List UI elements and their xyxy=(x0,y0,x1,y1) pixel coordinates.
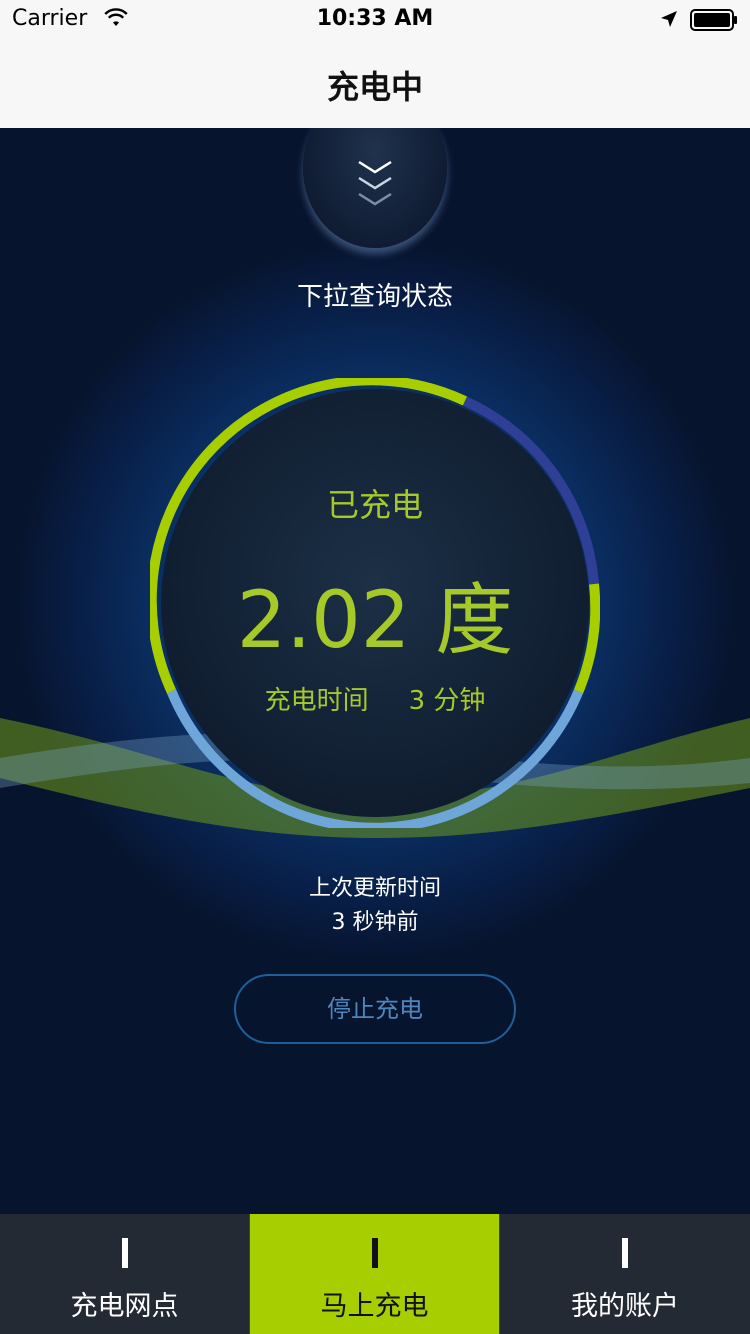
stop-charging-button[interactable]: 停止充电 xyxy=(234,974,516,1044)
pull-to-refresh-hint: 下拉查询状态 xyxy=(296,282,453,312)
bar-icon xyxy=(622,1238,628,1268)
charge-duration-value: 3 分钟 xyxy=(408,686,486,716)
tab-label: 充电网点 xyxy=(70,1291,179,1322)
navigation-bar: 充电中 xyxy=(0,40,750,129)
charge-duration-label: 充电时间 xyxy=(264,686,369,716)
last-update-label: 上次更新时间 xyxy=(308,876,441,901)
charged-label: 已充电 xyxy=(326,486,423,524)
bar-icon xyxy=(371,1238,378,1268)
last-update-value: 3 秒钟前 xyxy=(331,910,419,935)
clock-time: 10:33 AM xyxy=(316,6,434,31)
charged-energy-value: 2.02 度 xyxy=(236,576,514,666)
charging-panel: 下拉查询状态 已充电 2.02 度 充电时间 3 分钟 上次更新时间 3 秒钟前 … xyxy=(0,128,750,1214)
charge-duration: 充电时间 3 分钟 xyxy=(0,680,750,717)
battery-full-icon xyxy=(690,9,737,31)
bar-icon xyxy=(121,1238,128,1268)
page-title: 充电中 xyxy=(326,68,423,106)
chevron-down-triple-icon xyxy=(358,160,392,206)
tab-label: 我的账户 xyxy=(571,1291,679,1322)
tab-charging-stations[interactable]: 充电网点 xyxy=(0,1214,249,1334)
tab-charge-now[interactable]: 马上充电 xyxy=(250,1214,499,1334)
tab-label: 马上充电 xyxy=(320,1291,429,1322)
status-bar: Carrier 10:33 AM xyxy=(0,0,750,40)
tab-my-account[interactable]: 我的账户 xyxy=(500,1214,750,1334)
tab-bar: 充电网点 马上充电 我的账户 xyxy=(0,1214,750,1334)
location-arrow-icon xyxy=(661,11,677,27)
